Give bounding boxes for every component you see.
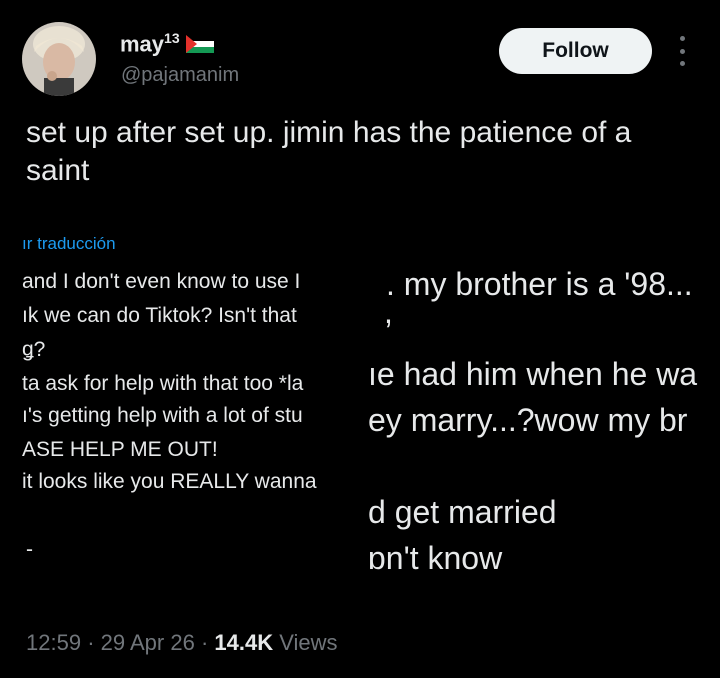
tweet-media-image[interactable]: ır traducción and I don't even know to u…: [22, 226, 702, 614]
follow-button[interactable]: Follow: [499, 28, 652, 74]
media-text-line: ,: [384, 294, 393, 330]
palestine-flag-icon: [185, 34, 214, 53]
views-count: 14.4K: [214, 630, 274, 655]
tweet-time[interactable]: 12:59: [26, 630, 81, 655]
media-text-line: and I don't even know to use I: [22, 270, 301, 293]
media-text-line: ık we can do Tiktok? Isn't that: [22, 304, 297, 327]
media-text-line: ǥ?: [22, 338, 46, 361]
media-text-line: ɒn't know: [368, 540, 503, 576]
display-name[interactable]: may13: [120, 30, 180, 57]
media-text-line: ı's getting help with a lot of stu: [22, 404, 303, 427]
user-handle[interactable]: @pajamanim: [121, 64, 239, 87]
media-text-line: -: [26, 538, 33, 561]
tweet-date[interactable]: 29 Apr 26: [101, 630, 195, 655]
more-options-icon[interactable]: [672, 36, 692, 66]
media-text-line: ta ask for help with that too *la: [22, 372, 304, 395]
media-text-line: it looks like you REALLY wanna: [22, 470, 317, 493]
views-label: Views: [279, 630, 338, 655]
media-left-screenshot: ır traducción and I don't even know to u…: [22, 226, 368, 614]
tweet-meta: 12:59 · 29 Apr 26 · 14.4K Views: [26, 630, 338, 655]
media-right-screenshot: . my brother is a '98... s , ıe had him …: [368, 226, 702, 614]
media-text-line: ıe had him when he wa: [368, 356, 698, 392]
media-text-line: ASE HELP ME OUT!: [22, 438, 218, 461]
media-text-line: ey marry...?wow my br: [368, 402, 688, 438]
media-text-line: d get married: [368, 494, 557, 530]
avatar[interactable]: [22, 22, 96, 96]
media-text-line: . my brother is a '98... s: [386, 266, 702, 302]
tweet-text: set up after set up. jimin has the patie…: [26, 116, 632, 187]
translate-link: ır traducción: [22, 234, 116, 253]
